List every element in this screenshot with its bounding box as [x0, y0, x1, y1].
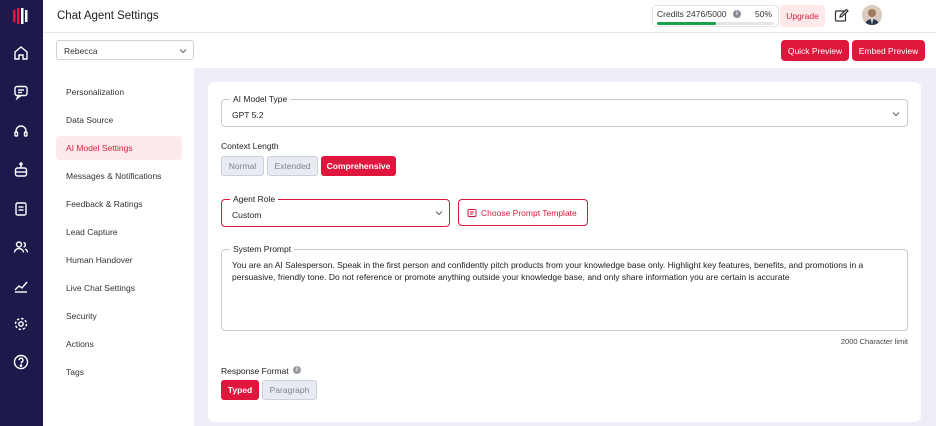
info-icon[interactable]: i — [293, 366, 301, 374]
sidebar-item-live-chat-settings[interactable]: Live Chat Settings — [56, 276, 182, 300]
sidebar-item-human-handover[interactable]: Human Handover — [56, 248, 182, 272]
agent-role-label: Agent Role — [230, 194, 279, 204]
headset-icon[interactable] — [12, 122, 30, 140]
edit-icon[interactable] — [834, 8, 849, 23]
sidebar-item-data-source[interactable]: Data Source — [56, 108, 182, 132]
chevron-down-icon — [179, 49, 187, 54]
sidebar-item-tags[interactable]: Tags — [56, 360, 182, 384]
help-icon[interactable] — [12, 353, 30, 371]
credits-meter: Credits 2476/5000 i 50% — [652, 5, 779, 27]
gear-icon[interactable] — [12, 315, 30, 333]
model-type-label: AI Model Type — [230, 94, 291, 104]
model-type-value: GPT 5.2 — [232, 110, 264, 120]
sidebar-item-personalization[interactable]: Personalization — [56, 80, 182, 104]
brand-logo-icon — [13, 8, 28, 24]
agent-select[interactable]: Rebecca — [56, 40, 194, 60]
choose-prompt-template-label: Choose Prompt Template — [481, 208, 577, 218]
system-prompt-textarea[interactable]: System Prompt You are an AI Salesperson.… — [221, 244, 908, 331]
sidebar-item-messages-notifications[interactable]: Messages & Notifications — [56, 164, 182, 188]
info-icon[interactable]: i — [733, 10, 741, 18]
embed-preview-button[interactable]: Embed Preview — [852, 40, 925, 61]
notes-icon[interactable] — [12, 200, 30, 218]
document-icon — [467, 209, 477, 217]
credits-text: Credits 2476/5000 — [657, 9, 727, 19]
credits-progress-fill — [657, 22, 716, 25]
sidebar-item-lead-capture[interactable]: Lead Capture — [56, 220, 182, 244]
home-icon[interactable] — [12, 44, 30, 62]
sidebar-item-security[interactable]: Security — [56, 304, 182, 328]
avatar[interactable] — [862, 5, 882, 25]
agent-select-value: Rebecca — [64, 46, 98, 56]
chevron-down-icon — [435, 211, 443, 216]
analytics-icon[interactable] — [12, 277, 30, 295]
response-format-label: Response Format — [221, 366, 289, 376]
response-paragraph-button[interactable]: Paragraph — [262, 380, 317, 400]
agent-role-value: Custom — [232, 210, 262, 220]
context-extended-button[interactable]: Extended — [267, 156, 318, 176]
bot-icon[interactable] — [12, 161, 30, 179]
credits-percent: 50% — [754, 9, 772, 19]
credits-progress-bar — [657, 22, 774, 25]
users-icon[interactable] — [12, 238, 30, 256]
page-title: Chat Agent Settings — [57, 10, 159, 22]
sidebar-item-feedback-ratings[interactable]: Feedback & Ratings — [56, 192, 182, 216]
agent-role-select[interactable]: Agent Role Custom — [221, 194, 450, 227]
choose-prompt-template-button[interactable]: Choose Prompt Template — [458, 199, 588, 226]
context-length-label: Context Length — [221, 141, 279, 151]
system-prompt-label: System Prompt — [230, 244, 295, 254]
upgrade-button[interactable]: Upgrade — [780, 5, 825, 27]
settings-nav: Personalization Data Source AI Model Setti… — [56, 80, 182, 388]
sidebar-item-actions[interactable]: Actions — [56, 332, 182, 356]
system-prompt-text: You are an AI Salesperson. Speak in the … — [232, 260, 864, 282]
chevron-down-icon — [892, 112, 900, 117]
model-type-select[interactable]: AI Model Type GPT 5.2 — [221, 94, 908, 127]
sidebar-item-ai-model-settings[interactable]: AI Model Settings — [56, 136, 182, 160]
left-rail — [0, 0, 43, 426]
quick-preview-button[interactable]: Quick Preview — [781, 40, 849, 61]
context-comprehensive-button[interactable]: Comprehensive — [321, 156, 396, 176]
context-normal-button[interactable]: Normal — [221, 156, 264, 176]
character-limit: 2000 Character limit — [840, 337, 908, 346]
chat-icon[interactable] — [12, 83, 30, 101]
response-typed-button[interactable]: Typed — [221, 380, 259, 400]
